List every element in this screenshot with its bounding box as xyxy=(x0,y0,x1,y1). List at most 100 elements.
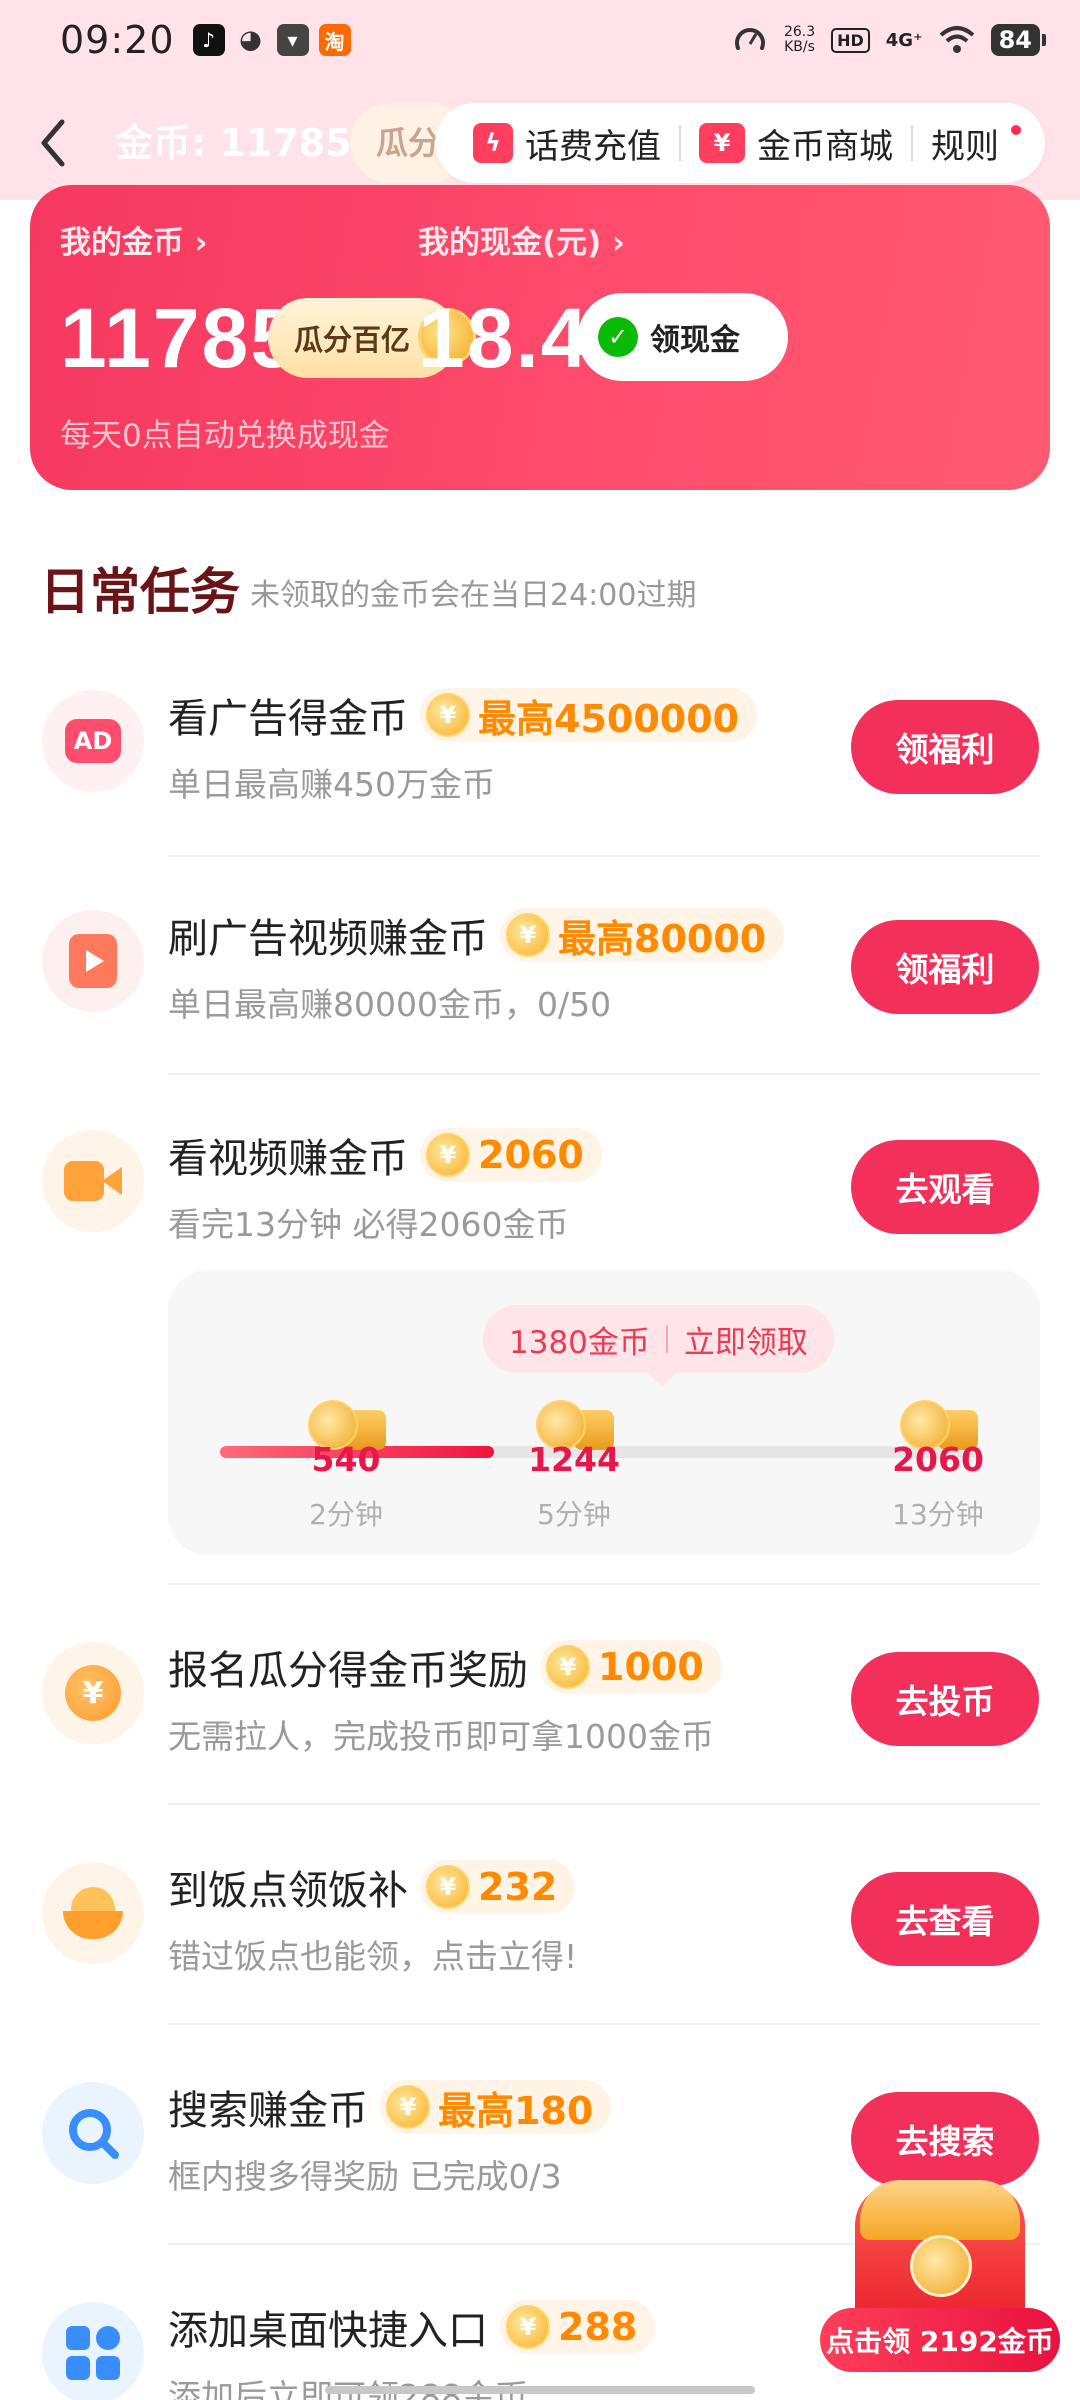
task-title: 刷广告视频赚金币 xyxy=(168,916,488,962)
divider xyxy=(168,855,1040,857)
task-title-row: 刷广告视频赚金币 ¥ 最高80000 xyxy=(168,906,785,964)
task-title-row: 到饭点领饭补 ¥232 xyxy=(168,1858,576,1916)
hd-badge: HD xyxy=(831,27,870,53)
network-indicator: 4G⁺ xyxy=(885,29,923,51)
milestone-value: 2060 xyxy=(892,1440,984,1479)
magnifier-glyph xyxy=(69,2109,119,2159)
video-ad-icon xyxy=(42,910,144,1012)
divider xyxy=(168,1803,1040,1805)
nav-bar: 金币: 117853 瓜分 ϟ 话费充值 ¥ 金币商城 规则 xyxy=(0,95,1080,185)
task-row-gua-fen: ¥ 报名瓜分得金币奖励 ¥1000 无需拉人，完成投币即可拿1000金币 去投币 xyxy=(0,1632,1080,1822)
reward-badge: ¥1000 xyxy=(540,1640,722,1694)
task-title-row: 报名瓜分得金币奖励 ¥1000 xyxy=(168,1638,722,1696)
task-title: 报名瓜分得金币奖励 xyxy=(168,1648,528,1694)
top-menu: ϟ 话费充值 ¥ 金币商城 规则 xyxy=(435,103,1045,183)
reward-value: 288 xyxy=(558,2305,638,2349)
task-description: 无需拉人，完成投币即可拿1000金币 xyxy=(168,1717,714,1756)
reward-badge: ¥232 xyxy=(420,1860,576,1914)
task-action-button[interactable]: 去搜索 xyxy=(851,2092,1039,2186)
task-title-row: 搜索赚金币 ¥ 最高180 xyxy=(168,2078,612,2136)
bubble-divider xyxy=(665,1325,668,1353)
home-indicator[interactable] xyxy=(325,2386,755,2394)
my-coins-link[interactable]: 我的金币 › xyxy=(60,217,208,262)
milestone: 540 2分钟 xyxy=(286,1398,406,1533)
reward-value: 2060 xyxy=(478,1133,584,1177)
menu-item-rules[interactable]: 规则 xyxy=(913,119,1017,168)
menu-item-phone-topup[interactable]: ϟ 话费充值 xyxy=(455,119,679,168)
reward-value: 232 xyxy=(478,1865,558,1909)
task-row-meal-subsidy: 到饭点领饭补 ¥232 错过饭点也能领，点击立得! 去查看 xyxy=(0,1852,1080,2042)
task-action-button[interactable]: 领福利 xyxy=(851,700,1039,794)
task-title: 搜索赚金币 xyxy=(168,2088,368,2134)
menu-item-label: 金币商城 xyxy=(757,126,893,167)
section-subtitle: 未领取的金币会在当日24:00过期 xyxy=(250,578,697,613)
status-indicators: 26.3 KB/s HD 4G⁺ 84 xyxy=(732,22,1047,58)
divider xyxy=(168,1073,1040,1075)
my-cash-link[interactable]: 我的现金(元) › xyxy=(418,217,625,262)
withdraw-cash-button[interactable]: ✓ 领现金 xyxy=(578,293,788,381)
claim-amount: 1380金币 xyxy=(509,1324,650,1361)
task-title-row: 看广告得金币 ¥ 最高4500000 xyxy=(168,686,758,744)
milestone: 2060 13分钟 xyxy=(878,1398,998,1533)
red-packet-label: 点击领 2192金币 xyxy=(820,2308,1060,2372)
claim-bubble[interactable]: 1380金币 立即领取 xyxy=(483,1305,834,1387)
coin-icon: ¥ xyxy=(426,693,470,737)
task-description: 单日最高赚80000金币，0/50 xyxy=(168,985,612,1024)
app-grid-icon xyxy=(42,2302,144,2400)
gua-fen-label: 瓜分百亿 xyxy=(294,323,411,357)
milestone-value: 1244 xyxy=(528,1440,620,1479)
mail-icon: ▾ xyxy=(276,24,309,56)
reward-value: 1000 xyxy=(598,1645,704,1689)
coin-icon: ¥ xyxy=(506,2305,550,2349)
milestone: 1244 5分钟 xyxy=(514,1398,634,1533)
divider xyxy=(168,2023,1040,2025)
rice-bowl-icon xyxy=(42,1862,144,1964)
milestone-value: 540 xyxy=(311,1440,381,1479)
withdraw-cash-label: 领现金 xyxy=(650,323,740,358)
speedometer-icon xyxy=(734,28,765,50)
task-row-ad: AD 看广告得金币 ¥ 最高4500000 单日最高赚450万金币 领福利 xyxy=(0,680,1080,870)
task-row-video-ad: 刷广告视频赚金币 ¥ 最高80000 单日最高赚80000金币，0/50 领福利 xyxy=(0,900,1080,1090)
task-description: 看完13分钟 必得2060金币 xyxy=(168,1205,569,1244)
wechat-check-icon: ✓ xyxy=(598,317,638,357)
menu-item-label: 规则 xyxy=(931,126,999,167)
task-action-button[interactable]: 去观看 xyxy=(851,1140,1039,1234)
net-speed: 26.3 KB/s xyxy=(783,24,816,55)
status-bar: 09:20 ♪ ◕ ▾ 淘 26.3 KB/s HD 4G⁺ 84 xyxy=(0,0,1080,80)
task-title: 添加桌面快捷入口 xyxy=(168,2308,488,2354)
task-action-button[interactable]: 去查看 xyxy=(851,1872,1039,1966)
task-description: 框内搜多得奖励 已完成0/3 xyxy=(168,2157,562,2196)
taobao-icon: 淘 xyxy=(318,24,351,56)
watch-progress-panel: 1380金币 立即领取 540 2分钟 1244 5分钟 2060 13分钟 xyxy=(168,1270,1040,1555)
task-action-button[interactable]: 去投币 xyxy=(851,1652,1039,1746)
task-title-row: 添加桌面快捷入口 ¥288 xyxy=(168,2298,656,2356)
back-button[interactable] xyxy=(28,113,78,173)
divider xyxy=(168,1583,1040,1585)
task-description: 单日最高赚450万金币 xyxy=(168,765,495,804)
milestone-label: 13分钟 xyxy=(892,1498,984,1531)
coin-icon: ¥ xyxy=(506,913,550,957)
video-camera-icon xyxy=(42,1130,144,1232)
coin-balance-title: 金币: 117853 xyxy=(115,121,379,165)
task-title: 到饭点领饭补 xyxy=(168,1868,408,1914)
gold-coin-icon xyxy=(910,2235,972,2297)
ad-icon: AD xyxy=(42,690,144,792)
search-icon xyxy=(42,2082,144,2184)
wechat-icon: ◕ xyxy=(239,25,262,55)
reward-value: 最高4500000 xyxy=(478,696,740,741)
status-notification-icons: ♪ ◕ ▾ 淘 xyxy=(192,24,351,56)
coin-icon: ¥ xyxy=(546,1645,590,1689)
reward-badge: ¥2060 xyxy=(420,1128,602,1182)
section-title: 日常任务 xyxy=(40,563,240,621)
tiktok-icon: ♪ xyxy=(192,24,225,56)
chevron-left-icon xyxy=(41,119,65,167)
yuan-coin-icon: ¥ xyxy=(42,1642,144,1744)
phone-topup-icon: ϟ xyxy=(473,123,513,163)
reward-value: 最高180 xyxy=(438,2088,594,2133)
battery-indicator: 84 xyxy=(990,24,1047,56)
floating-red-packet[interactable]: 点击领 2192金币 xyxy=(820,2180,1080,2400)
coupon-icon: ¥ xyxy=(699,123,745,163)
menu-item-coin-mall[interactable]: ¥ 金币商城 xyxy=(681,119,911,168)
task-action-button[interactable]: 领福利 xyxy=(851,920,1039,1014)
wifi-icon xyxy=(939,26,974,53)
